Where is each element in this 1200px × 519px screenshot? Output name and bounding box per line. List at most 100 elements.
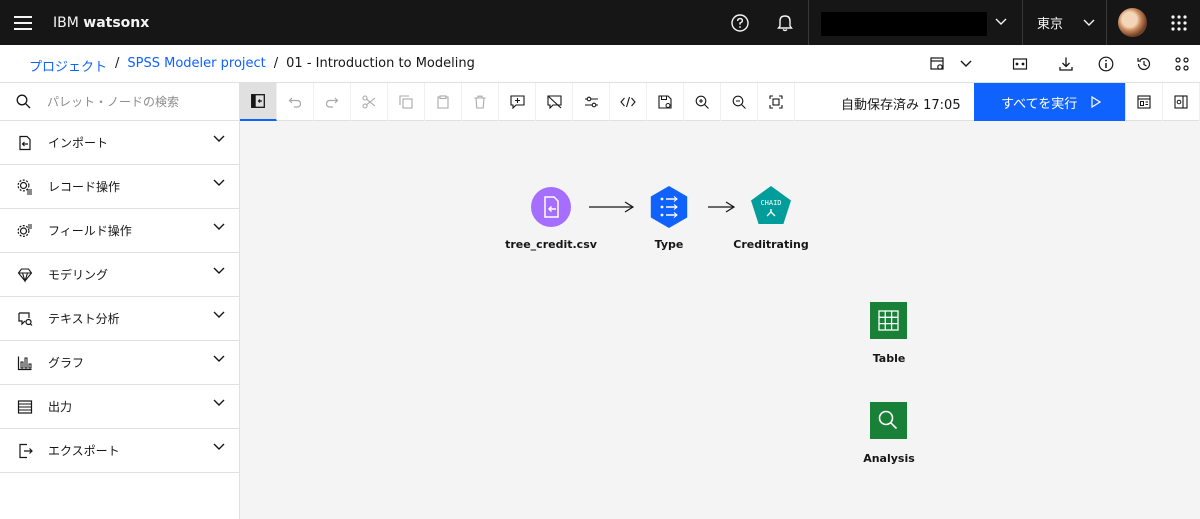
- palette-category-field-ops[interactable]: フィールド操作: [0, 209, 239, 253]
- breadcrumb-separator: /: [273, 56, 279, 71]
- chevron-down-icon: [213, 443, 225, 450]
- node-chaid-creditrating[interactable]: CHAID: [751, 186, 791, 224]
- top-nav-bar: IBM watsonx 東京: [0, 0, 1200, 45]
- menu-icon[interactable]: [0, 0, 45, 45]
- palette-category-record-ops[interactable]: レコード操作: [0, 165, 239, 209]
- node-type[interactable]: [650, 186, 688, 228]
- add-comment-button[interactable]: [499, 83, 536, 121]
- code-icon: [620, 96, 636, 108]
- palette-category-export[interactable]: エクスポート: [0, 429, 239, 473]
- delete-button[interactable]: [462, 83, 499, 121]
- chevron-down-icon: [213, 267, 225, 274]
- trash-icon: [474, 95, 486, 109]
- link-arrow: [589, 201, 635, 213]
- fit-screen-icon: [769, 95, 783, 109]
- outputs-panel-button[interactable]: [1125, 83, 1163, 121]
- copy-button[interactable]: [388, 83, 425, 121]
- node-analysis[interactable]: [870, 402, 907, 439]
- zoom-out-button[interactable]: [721, 83, 758, 121]
- region-selector[interactable]: 東京: [1022, 0, 1106, 45]
- zoom-in-button[interactable]: [684, 83, 721, 121]
- copy-icon: [399, 95, 413, 109]
- download-icon[interactable]: [1047, 45, 1085, 83]
- output-icon: [16, 398, 34, 416]
- help-icon[interactable]: [717, 0, 762, 45]
- diamond-icon: [16, 266, 34, 284]
- redo-button[interactable]: [314, 83, 351, 121]
- undo-button[interactable]: [277, 83, 314, 121]
- node-label: Type: [654, 238, 684, 251]
- account-selector[interactable]: [808, 0, 1022, 45]
- panel-toggle-icon: [251, 94, 265, 108]
- region-label: 東京: [1037, 17, 1064, 32]
- type-list-icon: [660, 196, 678, 218]
- chevron-down-icon: [213, 355, 225, 362]
- play-icon: [1091, 96, 1102, 108]
- category-label: フィールド操作: [48, 224, 132, 238]
- breadcrumb-projects-link[interactable]: プロジェクト: [29, 56, 107, 75]
- node-palette: パレット・ノードの検索 インポート レコード操作 フィールド操作 モデリング テ…: [0, 83, 240, 519]
- node-label: Analysis: [863, 452, 915, 465]
- branch-icon[interactable]: [1163, 45, 1200, 83]
- toggle-palette-button[interactable]: [240, 83, 277, 121]
- cut-button[interactable]: [351, 83, 388, 121]
- node-label: Creditrating: [733, 238, 809, 251]
- user-avatar-button[interactable]: [1106, 0, 1158, 45]
- autosave-status: 自動保存済み 17:05: [841, 98, 961, 113]
- category-label: インポート: [48, 136, 109, 150]
- import-icon: [16, 134, 34, 152]
- node-label: tree_credit.csv: [505, 238, 597, 251]
- chevron-down-icon: [213, 399, 225, 406]
- paste-button[interactable]: [425, 83, 462, 121]
- chevron-down-icon: [995, 18, 1007, 25]
- app-switcher-icon[interactable]: [1158, 0, 1200, 45]
- flow-canvas[interactable]: CHAID tree_credit.csv Type Creditrating …: [241, 121, 1200, 519]
- properties-panel-icon: [1174, 95, 1188, 109]
- info-icon[interactable]: [1087, 45, 1125, 83]
- breadcrumb: プロジェクト / SPSS Modeler project / 01 - Int…: [29, 56, 475, 75]
- palette-category-text-analysis[interactable]: テキスト分析: [0, 297, 239, 341]
- flow-diagram: CHAID: [531, 186, 907, 439]
- canvas-toolbar: 自動保存済み 17:05 すべてを実行: [240, 83, 1200, 121]
- breadcrumb-project-link[interactable]: SPSS Modeler project: [127, 56, 265, 75]
- field-ops-icon: [16, 222, 34, 240]
- palette-category-output[interactable]: 出力: [0, 385, 239, 429]
- hide-comments-icon: [546, 95, 562, 109]
- runtime-icon[interactable]: [1001, 45, 1039, 83]
- zoom-out-icon: [732, 95, 746, 109]
- paste-icon: [437, 95, 449, 109]
- node-import-tree-credit[interactable]: [531, 187, 571, 227]
- properties-panel-button[interactable]: [1163, 83, 1200, 121]
- search-icon: [16, 94, 31, 109]
- run-all-button[interactable]: すべてを実行: [974, 83, 1125, 121]
- palette-category-import[interactable]: インポート: [0, 121, 239, 165]
- chevron-down-icon[interactable]: [947, 45, 985, 83]
- add-comment-icon: [509, 95, 525, 109]
- chevron-down-icon: [213, 179, 225, 186]
- run-all-label: すべてを実行: [1001, 96, 1078, 112]
- category-label: テキスト分析: [48, 312, 120, 326]
- category-label: モデリング: [48, 268, 109, 282]
- search-input[interactable]: パレット・ノードの検索: [47, 93, 179, 110]
- product-name[interactable]: IBM watsonx: [53, 15, 149, 31]
- hide-comments-button[interactable]: [536, 83, 573, 121]
- category-label: グラフ: [48, 356, 85, 370]
- palette-category-graphs[interactable]: グラフ: [0, 341, 239, 385]
- link-arrow: [708, 201, 736, 213]
- palette-category-modeling[interactable]: モデリング: [0, 253, 239, 297]
- palette-search[interactable]: パレット・ノードの検索: [0, 83, 239, 121]
- sliders-icon: [584, 96, 598, 108]
- save-version-button[interactable]: [647, 83, 684, 121]
- category-label: レコード操作: [48, 180, 121, 194]
- settings-button[interactable]: [573, 83, 610, 121]
- export-icon: [16, 442, 34, 460]
- notification-icon[interactable]: [762, 0, 807, 45]
- fit-to-screen-button[interactable]: [758, 83, 795, 121]
- text-analysis-icon: [16, 310, 34, 328]
- record-ops-icon: [16, 178, 34, 196]
- node-table[interactable]: [870, 302, 907, 339]
- outputs-panel-icon: [1137, 95, 1151, 109]
- avatar: [1118, 8, 1147, 37]
- code-button[interactable]: [610, 83, 647, 121]
- history-icon[interactable]: [1125, 45, 1163, 83]
